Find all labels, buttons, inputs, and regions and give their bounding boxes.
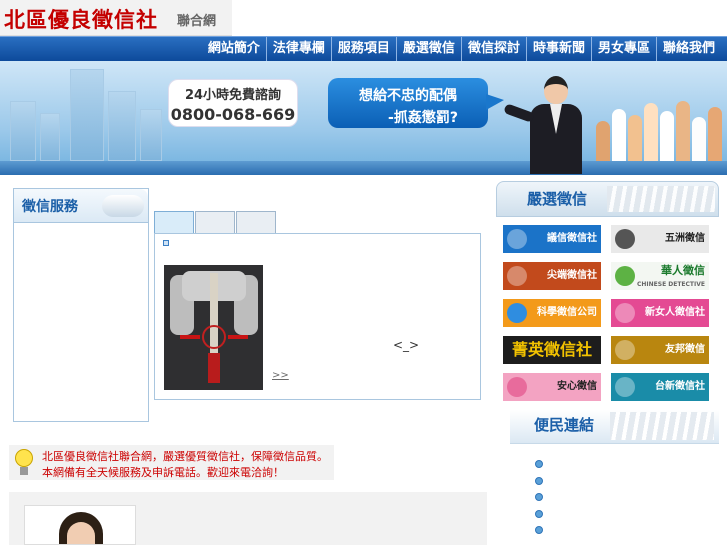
quote-bubble: 想給不忠的配偶 -抓姦懲罰?: [328, 78, 504, 128]
banner-floor: [0, 161, 727, 175]
woman-photo: [24, 505, 136, 545]
lightbulb-icon: [11, 449, 37, 477]
agency-banner[interactable]: 五洲徵信: [611, 225, 709, 253]
logo-sub-text: 聯合網: [177, 14, 217, 29]
agency-name: 台新徵信社: [655, 381, 705, 392]
keyboard-graphic: [607, 186, 715, 212]
agency-name: 科學徵信公司: [537, 307, 597, 318]
main-nav: 網站簡介 法律專欄 服務項目 嚴選徵信 徵信探討 時事新聞 男女專區 聯絡我們: [0, 36, 727, 62]
tab-3[interactable]: [236, 211, 276, 234]
nav-item-about[interactable]: 網站簡介: [202, 37, 266, 62]
agency-name: 議信徵信社: [547, 233, 597, 244]
more-link[interactable]: >>: [272, 370, 289, 381]
building-graphic: [40, 113, 60, 161]
selected-agencies-title: 嚴選徵信: [527, 190, 588, 208]
agency-name: 菁英徵信社: [511, 340, 592, 359]
camera-icon: [615, 229, 635, 249]
hotline-number: 0800-068-669: [170, 105, 296, 124]
nav-item-selected[interactable]: 嚴選徵信: [395, 37, 461, 62]
agency-banner[interactable]: 台新徵信社: [611, 373, 709, 401]
agency-banner[interactable]: 科學徵信公司: [503, 299, 601, 327]
businessman-figure: [503, 74, 588, 174]
quote-line2: -抓姦懲罰?: [388, 110, 458, 126]
hand-keyboard-graphic: [102, 195, 144, 217]
tab-content: <_> >>: [154, 233, 481, 400]
agency-banner[interactable]: 安心徵信: [503, 373, 601, 401]
keyboard-graphic: [610, 412, 714, 440]
notice-line2: 本網備有全天候服務及申訴電話。歡迎來電洽詢！: [42, 466, 284, 479]
celebrating-people-graphic: [590, 88, 727, 161]
agency-name: 新女人徵信社: [645, 307, 705, 318]
building-graphic: [70, 69, 104, 161]
building-graphic: [108, 91, 136, 161]
content-text: <_>: [393, 338, 420, 352]
bullet-icon: [163, 240, 169, 246]
agency-name: 安心徵信: [557, 381, 597, 392]
link-bullet-icon[interactable]: [535, 477, 543, 485]
agency-banner[interactable]: 尖端徵信社: [503, 262, 601, 290]
site-logo[interactable]: 北區優良徵信社 聯合網: [0, 0, 232, 36]
logo-main-text: 北區優良徵信社: [4, 8, 158, 32]
nav-item-services[interactable]: 服務項目: [330, 37, 396, 62]
heart-icon: [507, 377, 527, 397]
agency-banner[interactable]: 議信徵信社: [503, 225, 601, 253]
link-bullet-icon[interactable]: [535, 493, 543, 501]
agency-logo-icon: [615, 340, 635, 360]
article-image[interactable]: [164, 265, 263, 390]
convenience-links-title: 便民連結: [534, 416, 595, 434]
agency-logo-icon: [507, 266, 527, 286]
building-graphic: [10, 101, 36, 161]
notice-line1: 北區優良徵信社聯合網，嚴選優質徵信社，保障徵信品質。: [42, 450, 328, 463]
nav-item-discussion[interactable]: 徵信探討: [460, 37, 526, 62]
agency-name: 尖端徵信社: [547, 270, 597, 281]
content-tabs: [154, 211, 277, 234]
site-notice: 北區優良徵信社聯合網，嚴選優質徵信社，保障徵信品質。 本網備有全天候服務及申訴電…: [9, 445, 334, 480]
convenience-links-header: 便民連結: [510, 410, 719, 444]
hotline-bubble: 24小時免費諮詢 0800-068-669: [168, 79, 298, 127]
quote-line1: 想給不忠的配偶: [359, 88, 457, 104]
agency-logo-icon: [615, 377, 635, 397]
agency-banner[interactable]: 新女人徵信社: [611, 299, 709, 327]
hotline-label: 24小時免費諮詢: [184, 88, 282, 103]
nav-item-law[interactable]: 法律專欄: [265, 37, 331, 62]
nav-item-news[interactable]: 時事新聞: [525, 37, 591, 62]
link-bullet-icon[interactable]: [535, 510, 543, 518]
nav-item-relationships[interactable]: 男女專區: [590, 37, 656, 62]
link-bullet-icon[interactable]: [535, 460, 543, 468]
investigation-services-panel: 徵信服務: [13, 188, 149, 422]
agency-logo-icon: [615, 266, 635, 286]
agency-logo-icon: [615, 303, 635, 323]
building-graphic: [140, 109, 162, 161]
agency-banner[interactable]: 華人徵信 CHINESE DETECTIVE: [611, 262, 709, 290]
panel-header: 徵信服務: [14, 189, 148, 223]
link-bullet-icon[interactable]: [535, 526, 543, 534]
agency-name: 友邦徵信: [665, 344, 705, 355]
tab-2[interactable]: [195, 211, 235, 234]
tab-1[interactable]: [154, 211, 194, 234]
agency-logo-icon: [507, 229, 527, 249]
agency-name: 五洲徵信: [665, 233, 705, 244]
globe-icon: [507, 303, 527, 323]
nav-item-contact[interactable]: 聯絡我們: [655, 37, 721, 62]
panel-title: 徵信服務: [22, 199, 78, 215]
selected-agencies-header: 嚴選徵信: [496, 181, 719, 217]
agency-banner[interactable]: 菁英徵信社: [503, 336, 601, 364]
agency-banner[interactable]: 友邦徵信: [611, 336, 709, 364]
